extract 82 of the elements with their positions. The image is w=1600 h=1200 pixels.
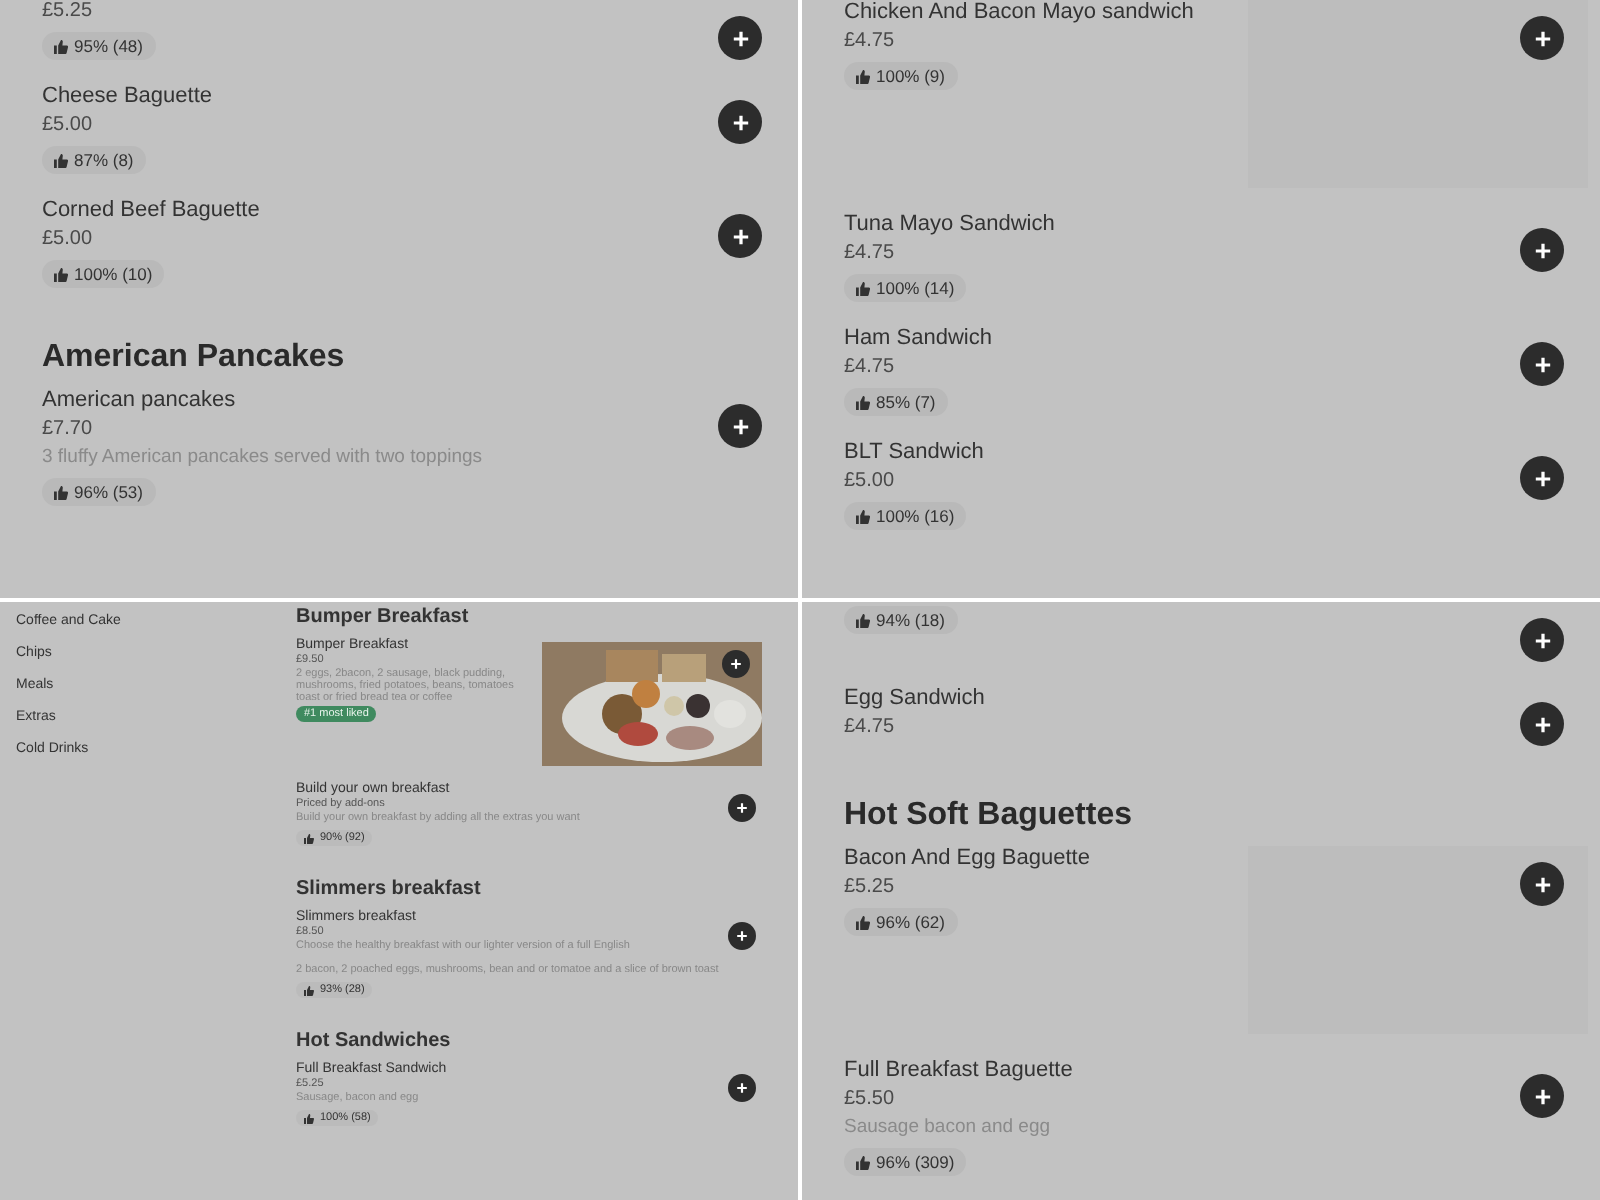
add-button[interactable] [718,100,762,144]
rating-text: 94% (18) [876,610,945,630]
add-button[interactable] [718,214,762,258]
rating-text: 100% (9) [876,66,945,86]
rating-text: 95% (48) [74,36,143,56]
item-name: Chicken And Bacon Mayo sandwich [844,0,1194,24]
item-description: 3 fluffy American pancakes served with two toppings [42,446,483,468]
plus-icon [1533,355,1551,373]
plus-icon [736,930,748,942]
thumbs-up-icon [304,985,314,995]
add-button[interactable] [728,922,756,950]
thumbs-up-icon [856,281,870,295]
thumbs-up-icon [856,613,870,627]
thumbs-up-icon [856,915,870,929]
thumbs-up-icon [856,69,870,83]
thumbs-up-icon [304,1113,314,1123]
plus-icon [1533,631,1551,649]
item-name: Ham Sandwich [844,326,992,350]
plus-icon [1533,469,1551,487]
add-button[interactable] [1520,456,1564,500]
add-button[interactable] [718,404,762,448]
add-button[interactable] [1520,342,1564,386]
plus-icon [730,658,742,670]
plus-icon [731,227,749,245]
section-heading: Hot Soft Baguettes [844,798,1134,834]
plus-icon [1533,29,1551,47]
rating-text: 100% (14) [876,278,955,298]
thumbs-up-icon [54,39,68,53]
add-button[interactable] [728,1074,756,1102]
add-button[interactable] [1520,702,1564,746]
plus-icon [736,1082,748,1094]
item-price: £7.70 [42,418,93,440]
item-name: Tuna Mayo Sandwich [844,212,1055,236]
thumbs-up-icon [54,485,68,499]
item-price: £5.25 [42,0,93,22]
rating-text: 87% (8) [74,150,134,170]
item-price: £5.00 [844,470,895,492]
plus-icon [1533,241,1551,259]
add-button[interactable] [728,794,756,822]
thumbs-up-icon [856,1155,870,1169]
plus-icon [1533,875,1551,893]
plus-icon [736,802,748,814]
item-name: Egg Sandwich [844,686,985,710]
add-button[interactable] [718,16,762,60]
item-price: £4.75 [844,716,895,738]
item-name: American pancakes [42,388,236,412]
rating-text: 96% (309) [876,1152,955,1172]
item-price: £4.75 [844,356,895,378]
item-name: Corned Beef Baguette [42,198,260,222]
item-price: £4.75 [844,30,895,52]
item-price: £5.50 [844,1088,895,1110]
add-button[interactable] [1520,618,1564,662]
thumbs-up-icon [54,267,68,281]
item-description: Sausage bacon and egg [844,1116,1051,1138]
item-name: Full Breakfast Baguette [844,1058,1073,1082]
section-heading: American Pancakes [42,340,347,376]
plus-icon [1533,1087,1551,1105]
thumbs-up-icon [856,509,870,523]
plus-icon [1533,715,1551,733]
item-price: £5.00 [42,114,93,136]
item-price: £5.25 [844,876,895,898]
item-price: £5.00 [42,228,93,250]
add-button[interactable] [1520,1074,1564,1118]
rating-text: 100% (16) [876,506,955,526]
item-name: Bacon And Egg Baguette [844,846,1090,870]
item-name: Cheese Baguette [42,84,213,108]
item-price: £4.75 [844,242,895,264]
plus-icon [731,417,749,435]
section-heading: Bumper Breakfast [296,606,471,628]
rating-text: 85% (7) [876,392,936,412]
thumbs-up-icon [54,153,68,167]
plus-icon [731,113,749,131]
section-heading: Hot Sandwiches [296,1030,453,1052]
thumbs-up-icon [304,833,314,843]
plus-icon [731,29,749,47]
thumbs-up-icon [856,395,870,409]
rating-text: 96% (53) [74,482,143,502]
item-name: BLT Sandwich [844,440,984,464]
section-heading: Slimmers breakfast [296,878,483,900]
add-button[interactable] [1520,228,1564,272]
rating-text: 96% (62) [876,912,945,932]
rating-text: 100% (10) [74,264,153,284]
